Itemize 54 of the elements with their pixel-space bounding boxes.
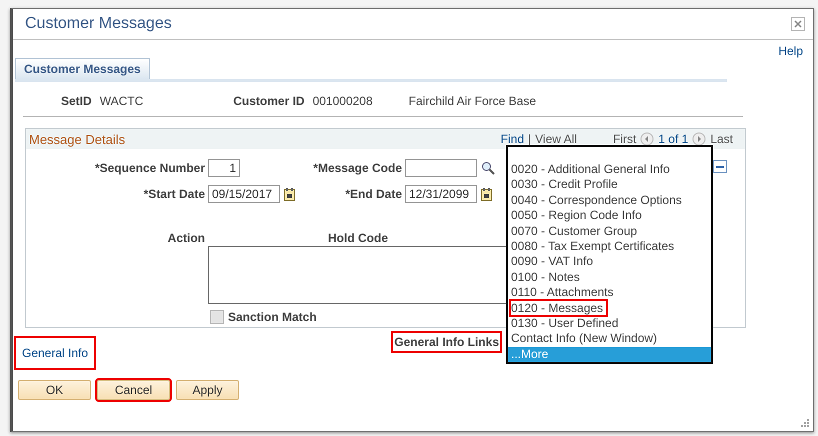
nav-separator: | (528, 132, 532, 146)
collapse-button[interactable] (713, 160, 727, 173)
action-text-area[interactable] (208, 246, 508, 304)
menu-item[interactable]: 0080 - Tax Exempt Certificates (508, 239, 711, 254)
menu-item[interactable]: 0110 - Attachments (508, 285, 711, 301)
dialog-button[interactable]: Apply (176, 380, 239, 400)
start-date-label: *Start Date (144, 187, 205, 201)
view-all-link[interactable]: View All (535, 132, 577, 146)
setid-value: WACTC (100, 94, 144, 108)
sanction-label: Sanction Match (228, 310, 317, 324)
end-date-label: *End Date (345, 187, 402, 201)
calendar-icon[interactable] (284, 188, 295, 200)
panel-title: Message Details (29, 132, 126, 146)
action-label: Action (168, 231, 205, 245)
tab[interactable]: Customer Messages (15, 58, 150, 79)
setid-label: SetID (61, 94, 92, 108)
page-count[interactable]: 1 of 1 (658, 132, 688, 146)
window-title: Customer Messages (25, 15, 172, 33)
menu-item[interactable]: 0050 - Region Code Info (508, 208, 711, 224)
minus-icon (716, 166, 724, 168)
search-icon[interactable] (481, 161, 495, 175)
sequence-field[interactable]: 1 (208, 159, 240, 177)
previous-icon[interactable] (640, 132, 654, 146)
start-date-field[interactable]: 09/15/2017 (208, 185, 280, 203)
close-button[interactable] (791, 17, 805, 31)
help-link[interactable]: Help (778, 44, 803, 58)
message-code-field[interactable] (405, 159, 477, 177)
last-link[interactable]: Last (710, 132, 733, 146)
general-info-link[interactable]: General Info (16, 338, 94, 368)
customer-name: Fairchild Air Force Base (408, 94, 536, 108)
menu-item[interactable]: 0030 - Credit Profile (508, 177, 711, 193)
sequence-label: *Sequence Number (94, 161, 205, 175)
menu-item[interactable]: 0020 - Additional General Info (508, 162, 711, 178)
message-code-label: *Message Code (313, 161, 402, 175)
links-menu-label[interactable]: General Info Links (391, 331, 502, 353)
calendar-icon[interactable] (481, 188, 492, 200)
close-icon (794, 20, 802, 28)
menu-item[interactable]: 0070 - Customer Group (508, 224, 711, 240)
menu-item[interactable]: 0120 - Messages (508, 300, 711, 316)
dialog-button[interactable]: Cancel (97, 380, 170, 400)
dialog-button[interactable]: OK (18, 380, 91, 400)
hold-code-label: Hold Code (328, 231, 388, 245)
menu-item[interactable]: 0130 - User Defined (508, 316, 711, 332)
menu-item[interactable]: 0090 - VAT Info (508, 254, 711, 270)
next-icon[interactable] (692, 132, 706, 146)
find-link[interactable]: Find (500, 132, 524, 146)
menu-item[interactable]: 0040 - Correspondence Options (508, 192, 711, 208)
customer-id-value: 001000208 (312, 94, 373, 108)
customer-id-label: Customer ID (233, 94, 305, 108)
resize-grip-icon[interactable] (801, 419, 810, 428)
menu-item[interactable]: 0100 - Notes (508, 270, 711, 286)
first-link[interactable]: First (612, 132, 636, 146)
end-date-field[interactable]: 12/31/2099 (405, 185, 477, 203)
menu-item[interactable]: Contact Info (New Window) (508, 331, 711, 347)
